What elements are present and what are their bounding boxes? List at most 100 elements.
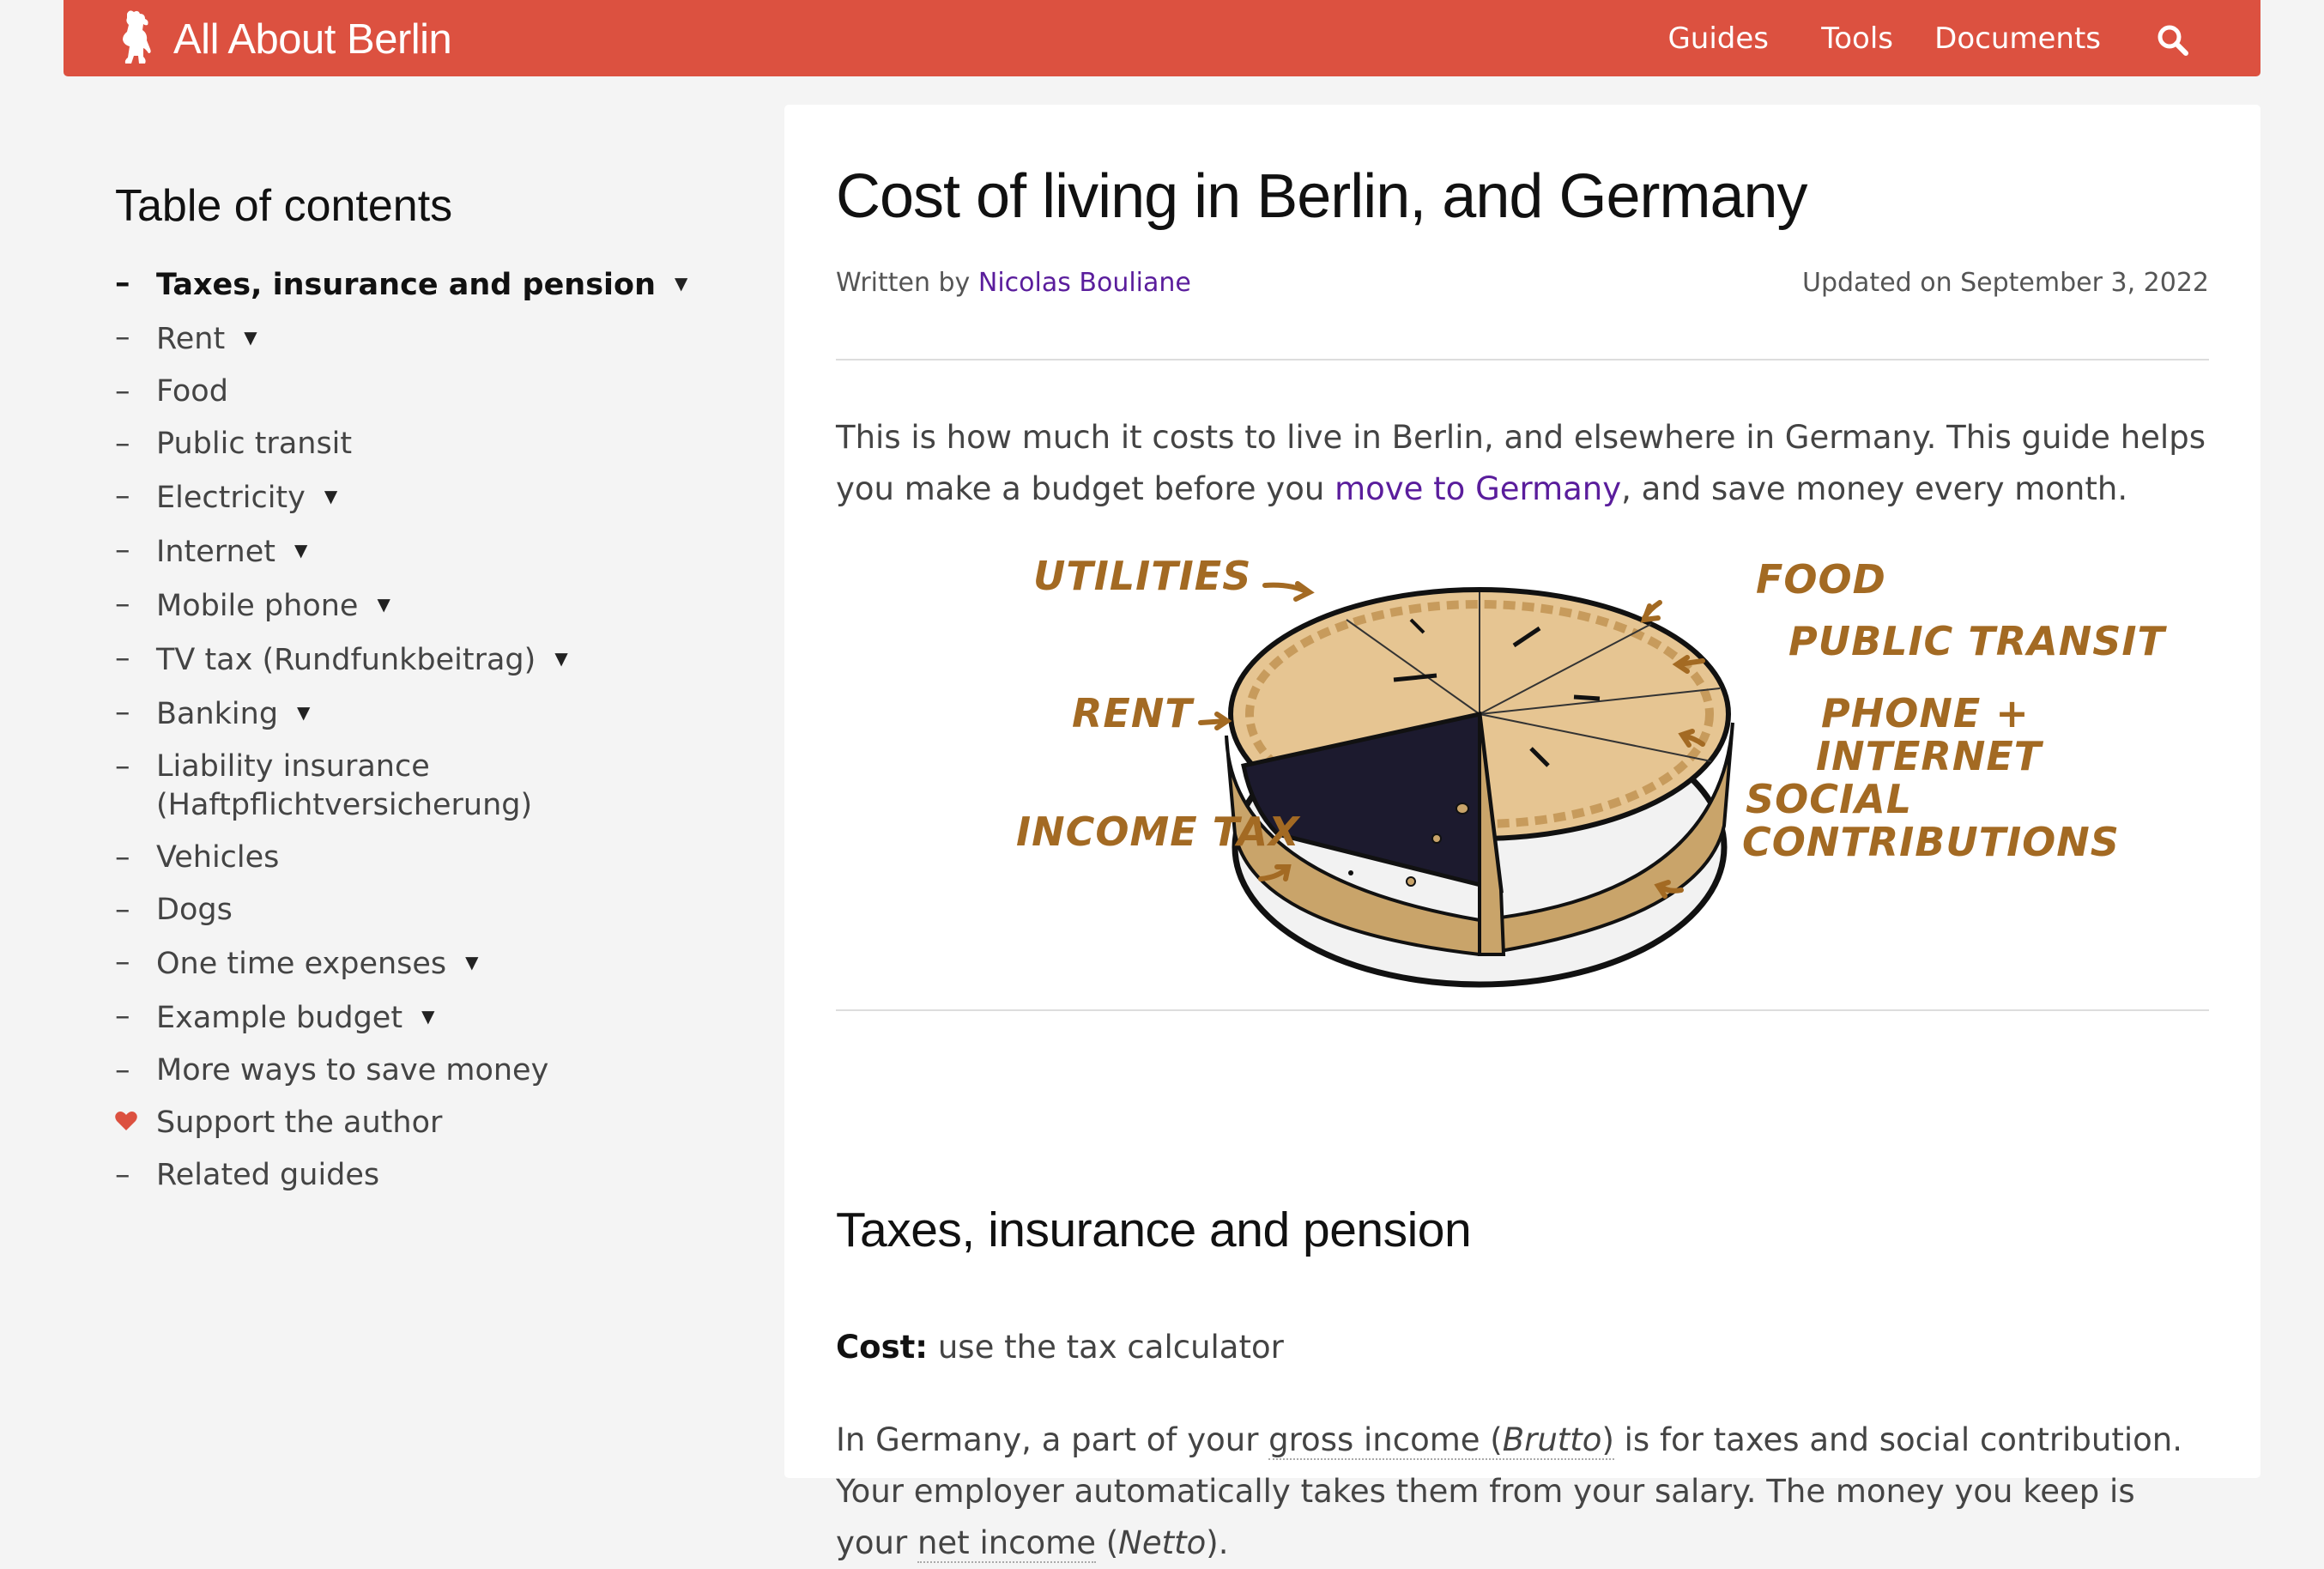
caret-down-icon[interactable]: ▼ bbox=[324, 486, 337, 506]
toc-dash: – bbox=[115, 479, 130, 513]
toc-item-label[interactable]: Public transit bbox=[156, 427, 352, 461]
divider bbox=[836, 1009, 2209, 1011]
nav-tools[interactable]: Tools bbox=[1821, 21, 1893, 56]
gross-income-glossary-link[interactable]: gross income (Brutto) bbox=[1268, 1421, 1614, 1460]
toc-item-label[interactable]: Rent bbox=[156, 322, 225, 356]
toc-item-electricity[interactable]: – Electricity ▼ bbox=[115, 477, 767, 518]
pie-label-phone-internet-1: PHONE + bbox=[1821, 690, 2030, 736]
toc-item-label-line1: Liability insurance bbox=[156, 749, 430, 784]
toc-dash: – bbox=[115, 840, 130, 875]
author-link[interactable]: Nicolas Bouliane bbox=[978, 268, 1191, 298]
caret-down-icon[interactable]: ▼ bbox=[294, 540, 307, 560]
toc-title: Table of contents bbox=[115, 181, 453, 231]
toc-dash: – bbox=[115, 533, 130, 567]
updated-date: Updated on September 3, 2022 bbox=[1802, 268, 2209, 298]
cost-pie-illustration: UTILITIES FOOD PUBLIC TRANSIT RENT PHONE… bbox=[1016, 551, 2164, 1023]
divider bbox=[836, 359, 2209, 360]
site-title[interactable]: All About Berlin bbox=[173, 15, 452, 64]
toc-item-label[interactable]: More ways to save money bbox=[156, 1053, 548, 1087]
page-title: Cost of living in Berlin, and Germany bbox=[836, 162, 1808, 231]
toc-item-taxes[interactable]: – Taxes, insurance and pension ▼ bbox=[115, 264, 767, 305]
toc-item-label[interactable]: Liability insurance (Haftpflichtversicher… bbox=[156, 749, 532, 822]
heart-icon bbox=[115, 1112, 137, 1130]
cost-line: Cost: use the tax calculator bbox=[836, 1329, 1284, 1366]
caret-down-icon[interactable]: ▼ bbox=[465, 952, 478, 972]
cost-label: Cost: bbox=[836, 1329, 929, 1366]
search-icon[interactable] bbox=[2156, 23, 2190, 58]
toc-item-vehicles[interactable]: – Vehicles bbox=[115, 839, 767, 877]
toc-item-banking[interactable]: – Banking ▼ bbox=[115, 694, 767, 734]
written-by-label: Written by bbox=[836, 268, 971, 298]
toc-item-label[interactable]: Example budget bbox=[156, 1001, 402, 1035]
toc-item-label[interactable]: Dogs bbox=[156, 893, 233, 927]
toc-item-internet[interactable]: – Internet ▼ bbox=[115, 531, 767, 572]
netto-term: Netto bbox=[1118, 1524, 1207, 1561]
brutto-term: Brutto bbox=[1502, 1421, 1602, 1458]
intro-paragraph: This is how much it costs to live in Ber… bbox=[836, 412, 2209, 515]
toc-item-label[interactable]: Vehicles bbox=[156, 840, 279, 875]
pie-label-public-transit: PUBLIC TRANSIT bbox=[1788, 618, 2165, 664]
pie-label-social-2: CONTRIBUTIONS bbox=[1742, 819, 2120, 865]
toc-item-related-guides[interactable]: – Related guides bbox=[115, 1156, 767, 1195]
toc-item-label[interactable]: Related guides bbox=[156, 1158, 379, 1192]
toc-dash: – bbox=[115, 749, 130, 784]
toc-dash: – bbox=[115, 1053, 130, 1087]
net-income-glossary-link[interactable]: net income bbox=[917, 1524, 1096, 1563]
taxes-paragraph: In Germany, a part of your gross income … bbox=[836, 1415, 2209, 1569]
toc-item-food[interactable]: – Food bbox=[115, 373, 767, 411]
toc-item-mobile-phone[interactable]: – Mobile phone ▼ bbox=[115, 585, 767, 626]
toc-dash: – bbox=[115, 641, 130, 675]
pie-label-phone-internet-2: INTERNET bbox=[1816, 733, 2043, 779]
caret-down-icon[interactable]: ▼ bbox=[244, 327, 257, 348]
berlin-bear-logo-icon[interactable] bbox=[115, 9, 156, 70]
toc-dash: – bbox=[115, 999, 130, 1033]
toc-item-dogs[interactable]: – Dogs bbox=[115, 891, 767, 930]
article-card: Cost of living in Berlin, and Germany Wr… bbox=[784, 105, 2260, 1563]
toc-dash: – bbox=[115, 587, 130, 621]
para-text: ). bbox=[1206, 1524, 1229, 1561]
section-title-taxes: Taxes, insurance and pension bbox=[836, 1202, 1472, 1257]
toc-item-label-line2: (Haftpflichtversicherung) bbox=[156, 788, 533, 822]
site-header: All About Berlin Guides Tools Documents bbox=[64, 0, 2260, 76]
para-text: In Germany, a part of your bbox=[836, 1421, 1269, 1458]
toc-item-label[interactable]: Food bbox=[156, 374, 228, 409]
caret-down-icon[interactable]: ▼ bbox=[421, 1006, 434, 1027]
nav-guides[interactable]: Guides bbox=[1667, 21, 1769, 56]
toc-dash: – bbox=[115, 427, 130, 461]
intro-text-end: , and save money every month. bbox=[1621, 470, 2128, 507]
toc-item-label[interactable]: One time expenses bbox=[156, 947, 446, 981]
pie-label-utilities: UTILITIES bbox=[1033, 553, 1252, 599]
toc-item-label[interactable]: Electricity bbox=[156, 481, 306, 515]
toc-dash: – bbox=[115, 374, 130, 409]
toc-item-label[interactable]: Mobile phone bbox=[156, 589, 358, 623]
para-text: ( bbox=[1095, 1524, 1119, 1561]
toc-item-public-transit[interactable]: – Public transit bbox=[115, 425, 767, 463]
toc-dash: – bbox=[115, 945, 130, 979]
caret-down-icon[interactable]: ▼ bbox=[297, 702, 310, 723]
table-of-contents: Table of contents – Taxes, insurance and … bbox=[115, 180, 767, 1209]
caret-down-icon[interactable]: ▼ bbox=[554, 648, 567, 669]
toc-item-save-money[interactable]: – More ways to save money bbox=[115, 1051, 767, 1090]
toc-dash: – bbox=[115, 893, 130, 927]
move-to-germany-link[interactable]: move to Germany bbox=[1334, 470, 1621, 507]
toc-item-label[interactable]: Internet bbox=[156, 535, 275, 569]
pie-label-social-1: SOCIAL bbox=[1746, 776, 1913, 822]
nav-documents[interactable]: Documents bbox=[1934, 21, 2101, 56]
toc-item-label[interactable]: Taxes, insurance and pension bbox=[156, 268, 656, 302]
toc-item-tv-tax[interactable]: – TV tax (Rundfunkbeitrag) ▼ bbox=[115, 639, 767, 680]
toc-item-support-author[interactable]: Support the author bbox=[115, 1104, 767, 1142]
toc-dash: – bbox=[115, 320, 130, 354]
toc-item-example-budget[interactable]: – Example budget ▼ bbox=[115, 997, 767, 1038]
toc-list: – Taxes, insurance and pension ▼ – Rent ▼ – F… bbox=[115, 264, 767, 1195]
toc-dash: – bbox=[115, 266, 130, 300]
toc-item-one-time-expenses[interactable]: – One time expenses ▼ bbox=[115, 943, 767, 984]
caret-down-icon[interactable]: ▼ bbox=[675, 273, 687, 294]
toc-item-label[interactable]: Support the author bbox=[156, 1106, 442, 1140]
article-meta: Written by Nicolas Bouliane Updated on S… bbox=[836, 268, 2209, 298]
toc-item-label[interactable]: TV tax (Rundfunkbeitrag) bbox=[156, 643, 536, 677]
toc-item-label[interactable]: Banking bbox=[156, 697, 278, 731]
toc-item-rent[interactable]: – Rent ▼ bbox=[115, 318, 767, 359]
toc-item-liability-insurance[interactable]: – Liability insurance (Haftpflichtversiche… bbox=[115, 748, 767, 825]
caret-down-icon[interactable]: ▼ bbox=[377, 594, 390, 615]
cost-value: use the tax calculator bbox=[928, 1329, 1284, 1366]
